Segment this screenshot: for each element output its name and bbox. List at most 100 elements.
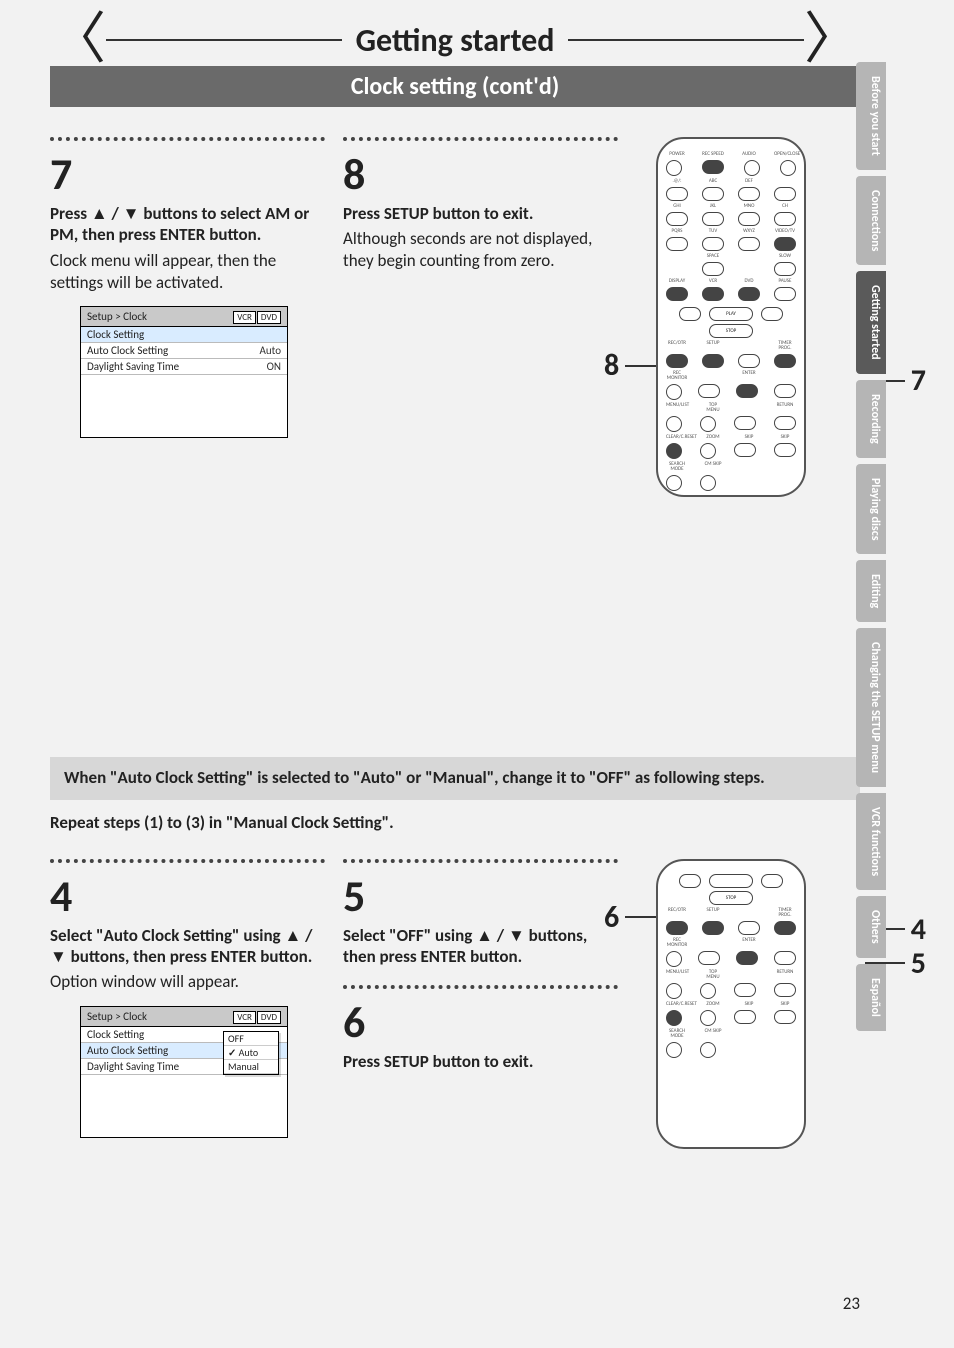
- audio-button[interactable]: [744, 160, 760, 176]
- play-button[interactable]: PLAY: [709, 307, 753, 321]
- skip-back-button[interactable]: [734, 1010, 756, 1024]
- pause-button[interactable]: [774, 287, 796, 301]
- digit-2-button[interactable]: [702, 187, 724, 201]
- side-tab[interactable]: Playing discs: [856, 464, 886, 555]
- osd-popup-option-checked: Auto: [224, 1046, 278, 1060]
- side-tab[interactable]: VCR functions: [856, 793, 886, 890]
- stop-button[interactable]: STOP: [709, 891, 753, 905]
- right-arrow-button[interactable]: [774, 951, 796, 965]
- enter-button[interactable]: [736, 384, 758, 398]
- ff-button[interactable]: [761, 307, 783, 321]
- display-button[interactable]: [666, 287, 688, 301]
- digit-3-button[interactable]: [738, 187, 760, 201]
- remote-label: [774, 179, 796, 184]
- skip-back-button[interactable]: [734, 443, 756, 457]
- digit-5-button[interactable]: [702, 212, 724, 226]
- rec-otr-button[interactable]: [666, 921, 688, 935]
- step-7-number: 7: [50, 147, 325, 201]
- remote-label: WXYZ: [738, 229, 760, 234]
- side-tab[interactable]: Others: [856, 896, 886, 958]
- remote-label: [702, 371, 724, 381]
- ch-up-button[interactable]: [774, 187, 796, 201]
- open-close-button[interactable]: [780, 160, 796, 176]
- ch-mid-button[interactable]: [774, 212, 796, 226]
- return-button[interactable]: [774, 416, 796, 430]
- remote-label: MENU/LIST: [666, 403, 688, 413]
- slow-button[interactable]: [774, 262, 796, 276]
- search-mode-button[interactable]: [666, 475, 682, 491]
- clear-button[interactable]: [666, 443, 682, 459]
- up-arrow-button[interactable]: [738, 921, 760, 935]
- osd-row-clock-setting: Clock Setting: [81, 327, 287, 343]
- remote-label: TIMER PROG.: [774, 908, 796, 918]
- rec-monitor-button[interactable]: [666, 951, 682, 967]
- setup-button[interactable]: [702, 921, 724, 935]
- digit-8-button[interactable]: [702, 237, 724, 251]
- enter-button[interactable]: [736, 951, 758, 965]
- zoom-button[interactable]: [700, 1010, 716, 1026]
- rec-speed-button[interactable]: [702, 160, 724, 174]
- remote-label: [738, 403, 760, 413]
- side-tab[interactable]: Changing the SETUP menu: [856, 628, 886, 787]
- remote-label: SPACE: [702, 254, 724, 259]
- right-arrow-button[interactable]: [774, 384, 796, 398]
- top-menu-button[interactable]: [700, 416, 716, 432]
- video-tv-button[interactable]: [774, 237, 796, 251]
- digit-6-button[interactable]: [738, 212, 760, 226]
- menu-list-button[interactable]: [666, 416, 682, 432]
- ff-button[interactable]: [761, 874, 783, 888]
- rew-button[interactable]: [679, 307, 701, 321]
- cm-skip-button[interactable]: [700, 1042, 716, 1058]
- cm-skip-button[interactable]: [700, 475, 716, 491]
- rec-monitor-button[interactable]: [666, 384, 682, 400]
- divider-dots: [50, 859, 325, 863]
- timer-prog-button[interactable]: [774, 921, 796, 935]
- side-tab[interactable]: Español: [856, 964, 886, 1031]
- remote-label: SLOW: [774, 254, 796, 259]
- rec-otr-button[interactable]: [666, 354, 688, 368]
- setup-button[interactable]: [702, 354, 724, 368]
- skip-fwd-button[interactable]: [774, 1010, 796, 1024]
- remote-label: [738, 908, 760, 918]
- skip-fwd-button[interactable]: [774, 443, 796, 457]
- osd-row-label: Daylight Saving Time: [87, 1060, 179, 1073]
- left-arrow-button[interactable]: [698, 951, 720, 965]
- digit-4-button[interactable]: [666, 212, 688, 226]
- remote-label: REC MONITOR: [666, 938, 688, 948]
- step-4-body: Option window will appear.: [50, 971, 325, 993]
- remote-label: JKL: [702, 204, 724, 209]
- return-button[interactable]: [774, 983, 796, 997]
- timer-prog-button[interactable]: [774, 354, 796, 368]
- top-menu-button[interactable]: [700, 983, 716, 999]
- play-button[interactable]: [709, 874, 753, 888]
- side-tab[interactable]: Getting started: [856, 271, 886, 374]
- remote-label: VIDEO/TV: [774, 229, 796, 234]
- digit-1-button[interactable]: [666, 187, 688, 201]
- step-5-number: 5: [343, 869, 618, 923]
- side-tab[interactable]: Before you start: [856, 62, 886, 170]
- down-arrow-button[interactable]: [734, 416, 756, 430]
- digit-7-button[interactable]: [666, 237, 688, 251]
- side-tab[interactable]: Editing: [856, 560, 886, 622]
- osd-row-label: Auto Clock Setting: [87, 1044, 168, 1057]
- remote-label: AUDIO: [738, 152, 760, 157]
- up-arrow-button[interactable]: [738, 354, 760, 368]
- digit-9-button[interactable]: [738, 237, 760, 251]
- clear-button[interactable]: [666, 1010, 682, 1026]
- rew-button[interactable]: [679, 874, 701, 888]
- down-arrow-button[interactable]: [734, 983, 756, 997]
- search-mode-button[interactable]: [666, 1042, 682, 1058]
- side-tab[interactable]: Connections: [856, 176, 886, 265]
- osd-row-label: Daylight Saving Time: [87, 360, 179, 373]
- left-arrow-button[interactable]: [698, 384, 720, 398]
- remote-label: CM SKIP: [702, 1029, 724, 1039]
- stop-button[interactable]: STOP: [709, 324, 753, 338]
- remote-label: [738, 462, 760, 472]
- vcr-button[interactable]: [702, 287, 724, 301]
- side-tab[interactable]: Recording: [856, 380, 886, 458]
- zoom-button[interactable]: [700, 443, 716, 459]
- power-button[interactable]: [666, 160, 682, 176]
- menu-list-button[interactable]: [666, 983, 682, 999]
- digit-0-button[interactable]: [702, 262, 724, 276]
- dvd-button[interactable]: [738, 287, 760, 301]
